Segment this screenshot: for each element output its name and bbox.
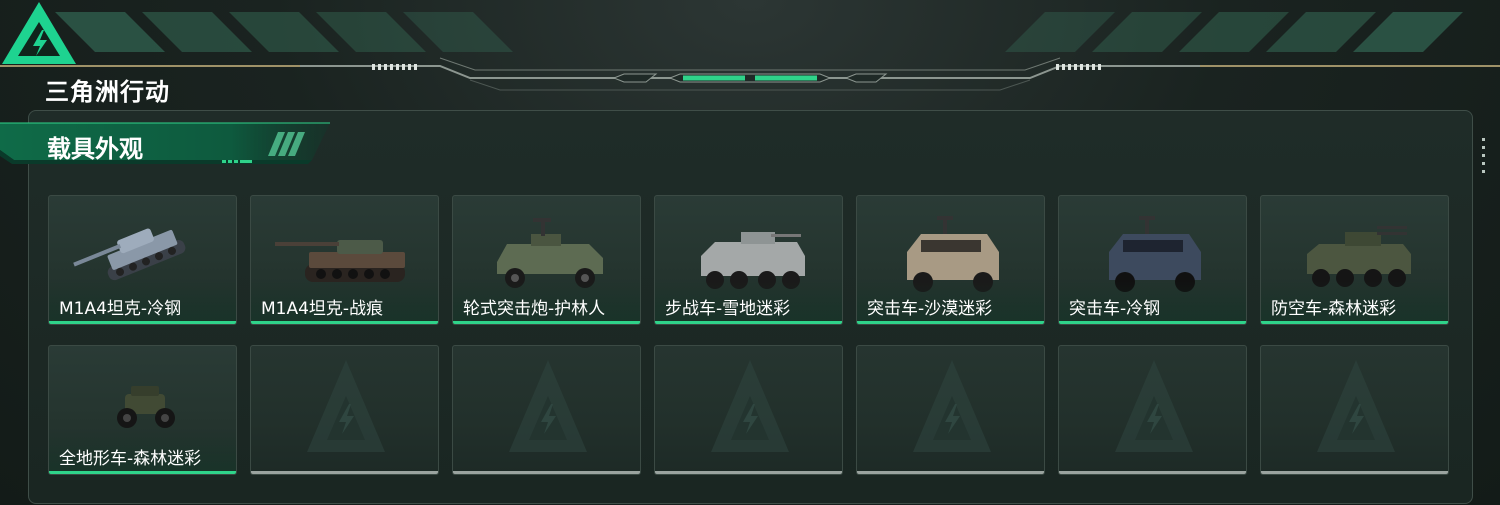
vehicle-card-label: M1A4坦克-战痕	[261, 299, 384, 319]
header-decoration	[0, 12, 1500, 91]
vehicle-card[interactable]: M1A4坦克-冷钢	[48, 195, 237, 325]
logo-watermark-icon	[913, 360, 991, 452]
vehicle-card-label: 轮式突击炮-护林人	[463, 299, 606, 319]
vehicle-card[interactable]: 全地形车-森林迷彩	[48, 345, 237, 475]
vehicle-card[interactable]: 轮式突击炮-护林人	[452, 195, 641, 325]
selected-indicator	[251, 321, 438, 324]
vehicle-card[interactable]: 突击车-冷钢	[1058, 195, 1247, 325]
game-logo-icon	[2, 2, 76, 64]
logo-watermark-icon	[307, 360, 385, 452]
logo-watermark-icon	[1115, 360, 1193, 452]
selected-indicator	[49, 321, 236, 324]
logo-watermark-icon	[711, 360, 789, 452]
vehicle-card-label: 突击车-冷钢	[1069, 299, 1161, 319]
vehicle-card-label: M1A4坦克-冷钢	[59, 299, 182, 319]
slot-bottom-bar	[857, 471, 1044, 474]
vehicle-card[interactable]: 防空车-森林迷彩	[1260, 195, 1449, 325]
vehicle-card-label: 突击车-沙漠迷彩	[867, 299, 993, 319]
selected-indicator	[655, 321, 842, 324]
selected-indicator	[1059, 321, 1246, 324]
selected-indicator	[453, 321, 640, 324]
vehicle-card-label: 步战车-雪地迷彩	[665, 299, 791, 319]
slot-bottom-bar	[1261, 471, 1448, 474]
logo-watermark-icon	[1317, 360, 1395, 452]
header-bar: 三角洲行动	[0, 0, 1500, 106]
vehicle-card[interactable]: 步战车-雪地迷彩	[654, 195, 843, 325]
slot-bottom-bar	[655, 471, 842, 474]
selected-indicator	[1261, 321, 1448, 324]
scroll-indicator	[1482, 138, 1486, 178]
empty-slot-card	[1260, 345, 1449, 475]
vehicle-card[interactable]: M1A4坦克-战痕	[250, 195, 439, 325]
vehicle-card-label: 防空车-森林迷彩	[1271, 299, 1397, 319]
section-title: 载具外观	[47, 135, 143, 163]
empty-slot-card	[654, 345, 843, 475]
empty-slot-card	[1058, 345, 1247, 475]
slot-bottom-bar	[1059, 471, 1246, 474]
vehicle-card[interactable]: 突击车-沙漠迷彩	[856, 195, 1045, 325]
slot-bottom-bar	[251, 471, 438, 474]
slot-bottom-bar	[453, 471, 640, 474]
selected-indicator	[857, 321, 1044, 324]
logo-watermark-icon	[509, 360, 587, 452]
selected-indicator	[49, 471, 236, 474]
empty-slot-card	[250, 345, 439, 475]
game-logo-text: 三角洲行动	[45, 78, 170, 106]
empty-slot-card	[452, 345, 641, 475]
vehicle-card-label: 全地形车-森林迷彩	[59, 449, 202, 469]
empty-slot-card	[856, 345, 1045, 475]
